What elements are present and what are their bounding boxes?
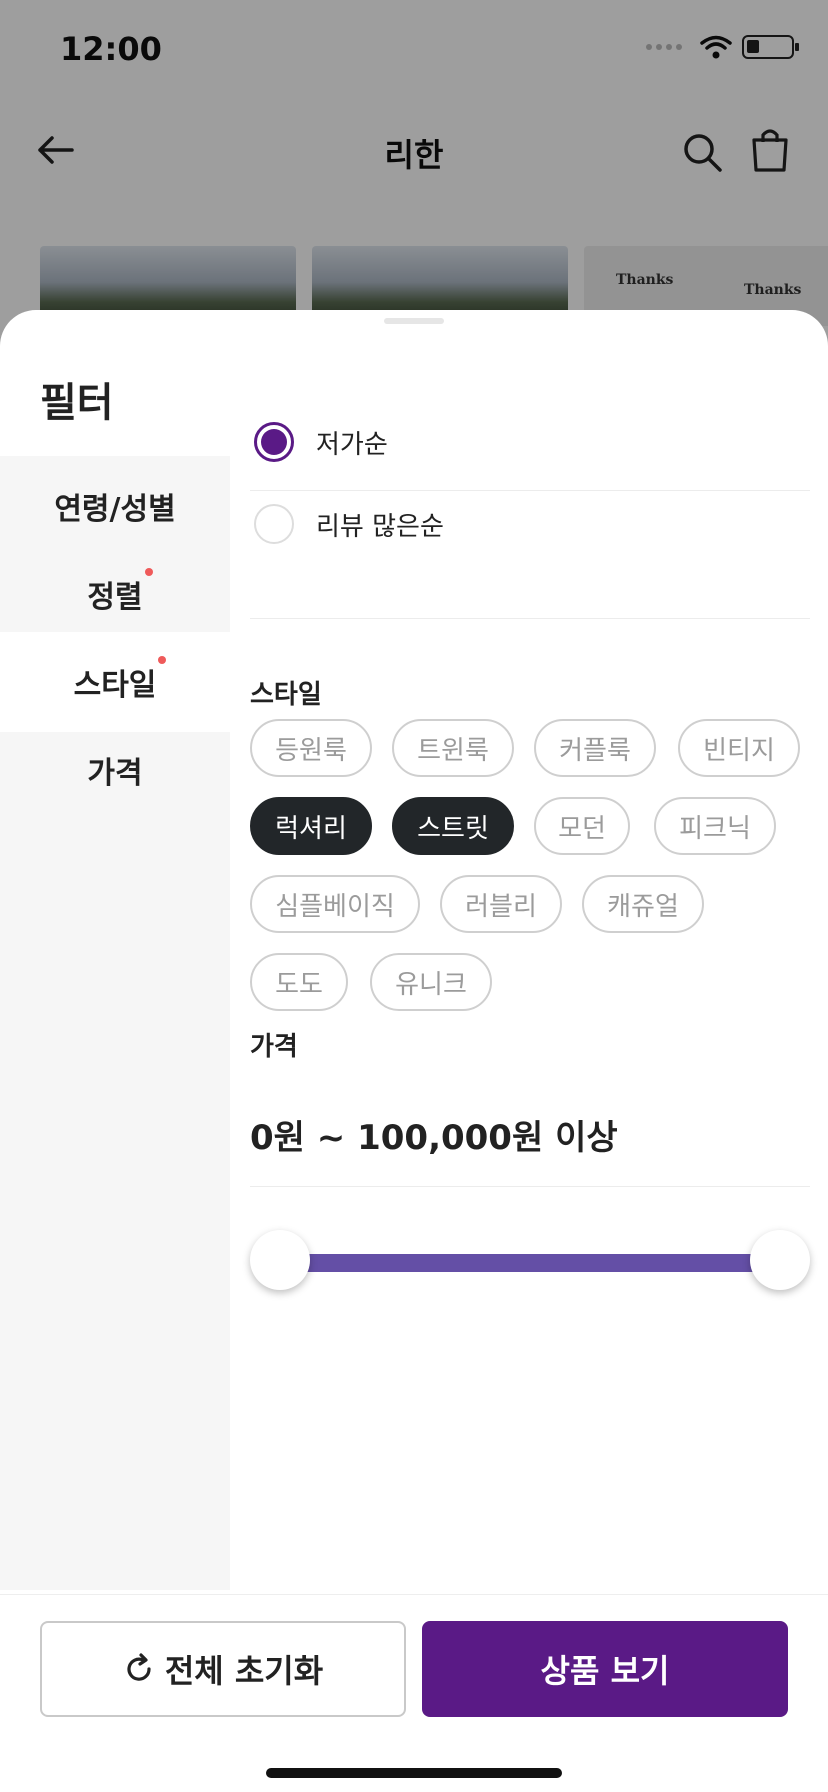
nav-item-sort[interactable]: 정렬 (0, 544, 230, 644)
style-chip[interactable]: 캐쥬얼 (582, 875, 704, 933)
nav-item-label: 스타일 (73, 668, 157, 703)
nav-item-style[interactable]: 스타일 (0, 632, 230, 732)
nav-item-label: 연령/성별 (54, 492, 176, 527)
style-chip-selected[interactable]: 스트릿 (392, 797, 514, 855)
price-slider-max-handle[interactable] (750, 1230, 810, 1290)
nav-item-label: 가격 (87, 756, 143, 791)
refresh-icon (127, 1653, 151, 1681)
style-chip[interactable]: 커플룩 (534, 719, 656, 777)
filter-sheet: 필터 연령/성별 정렬 스타일 가격 저가순 리뷰 많은순 스타일 등원룩 트윈… (0, 310, 828, 1792)
style-chip[interactable]: 트윈룩 (392, 719, 514, 777)
price-slider-min-handle[interactable] (250, 1230, 310, 1290)
nav-item-price[interactable]: 가격 (0, 720, 230, 820)
nav-item-label: 정렬 (87, 580, 143, 615)
sheet-grabber[interactable] (384, 318, 444, 324)
divider (250, 1186, 810, 1187)
nav-item-age-gender[interactable]: 연령/성별 (0, 456, 230, 556)
divider (250, 618, 810, 619)
radio-unselected[interactable] (254, 504, 294, 544)
reset-all-button[interactable]: 전체 초기화 (40, 1621, 406, 1717)
price-range-text: 0원 ~ 100,000원 이상 (250, 1118, 618, 1158)
sort-option-low-price[interactable]: 저가순 (250, 400, 810, 484)
style-chip[interactable]: 도도 (250, 953, 348, 1011)
reset-all-label: 전체 초기화 (164, 1652, 324, 1690)
style-chip[interactable]: 러블리 (440, 875, 562, 933)
style-chip[interactable]: 모던 (534, 797, 630, 855)
style-chip[interactable]: 등원룩 (250, 719, 372, 777)
nav-badge-dot (158, 656, 167, 664)
style-chip[interactable]: 빈티지 (678, 719, 800, 777)
filter-side-nav: 연령/성별 정렬 스타일 가격 (0, 456, 230, 1590)
view-products-button[interactable]: 상품 보기 (422, 1621, 788, 1717)
style-chip[interactable]: 심플베이직 (250, 875, 420, 933)
sort-option-label: 리뷰 많은순 (316, 511, 444, 542)
radio-selected[interactable] (254, 422, 294, 462)
nav-badge-dot (144, 568, 153, 576)
style-chip[interactable]: 유니크 (370, 953, 492, 1011)
style-chip[interactable]: 피크닉 (654, 797, 776, 855)
sort-option-label: 저가순 (316, 429, 388, 460)
filter-content: 저가순 리뷰 많은순 스타일 등원룩 트윈룩 커플룩 빈티지 럭셔리 스트릿 모… (250, 422, 810, 1590)
price-slider-track[interactable] (280, 1254, 780, 1272)
style-chip-selected[interactable]: 럭셔리 (250, 797, 372, 855)
sort-option-most-reviews[interactable]: 리뷰 많은순 (250, 482, 810, 566)
style-section-title: 스타일 (250, 680, 322, 710)
sheet-title: 필터 (40, 380, 114, 426)
sheet-footer: 전체 초기화 상품 보기 (0, 1594, 828, 1792)
home-indicator (266, 1768, 562, 1778)
price-section-title: 가격 (250, 1032, 298, 1062)
